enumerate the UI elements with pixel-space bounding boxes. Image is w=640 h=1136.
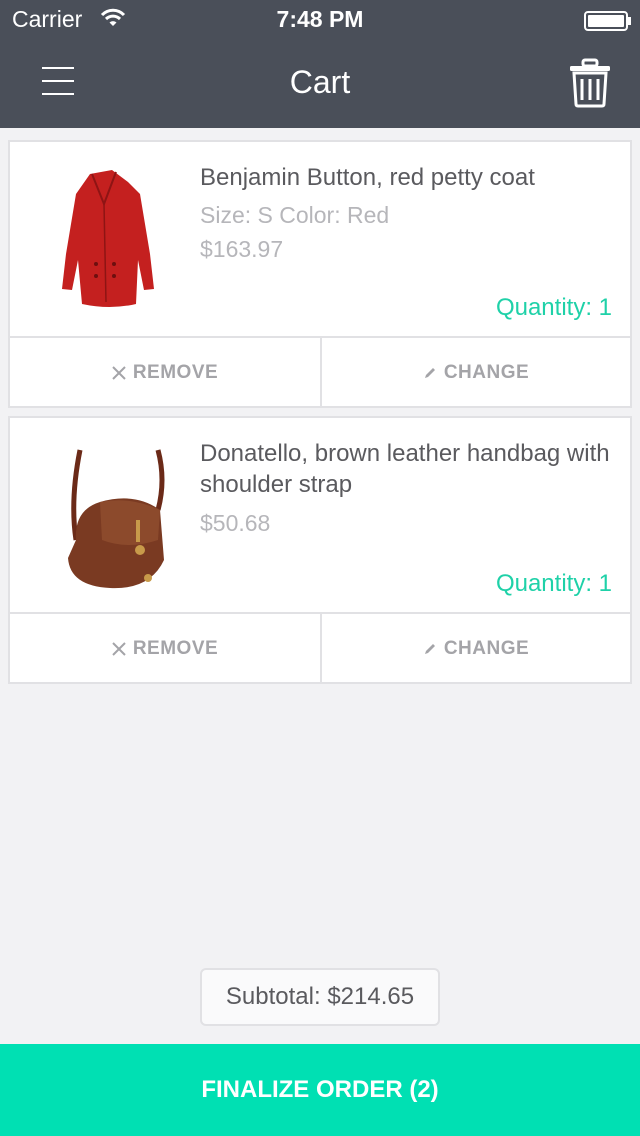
item-quantity: Quantity: 1 [495,294,612,321]
item-price: $163.97 [200,236,284,262]
item-title: Benjamin Button, red petty coat [200,164,535,191]
cart-list: Benjamin Button, red petty coat Size: S … [8,140,632,692]
subtotal-badge: Subtotal: $214.65 [200,968,440,1026]
item-details-group: $50.68 [200,506,610,540]
app-header: Carrier 7:48 PM Cart [0,0,640,128]
remove-button[interactable]: REMOVE [10,614,322,684]
cart-item-body[interactable]: Donatello, brown leather handbag with sh… [10,418,630,612]
pencil-icon [423,366,437,380]
pencil-icon [423,642,437,656]
change-button[interactable]: CHANGE [322,614,630,684]
page-title: Cart [289,64,351,100]
change-label: CHANGE [443,638,530,659]
cart-item-actions: REMOVE CHANGE [10,336,630,408]
trash-icon [570,58,610,108]
item-details: Size: S Color: Red [200,202,390,228]
remove-label: REMOVE [132,638,219,659]
close-icon [112,366,126,380]
clear-cart-button[interactable] [568,58,612,108]
item-quantity: Quantity: 1 [495,570,612,597]
battery-icon [584,11,631,31]
cart-item-body[interactable]: Benjamin Button, red petty coat Size: S … [10,142,630,336]
item-details-group: Size: S Color: Red $163.97 [200,198,610,266]
status-time: 7:48 PM [276,6,364,32]
item-title: Donatello, brown leather handbag with sh… [200,440,610,498]
cart-item: Benjamin Button, red petty coat Size: S … [8,140,632,408]
cart-item: Donatello, brown leather handbag with sh… [8,416,632,684]
red-coat-image [40,164,170,319]
remove-label: REMOVE [132,362,219,383]
cart-item-actions: REMOVE CHANGE [10,612,630,684]
remove-button[interactable]: REMOVE [10,338,322,408]
status-bar: Carrier 7:48 PM [0,0,640,40]
close-icon [112,642,126,656]
navbar: Cart [0,40,640,128]
finalize-order-button[interactable]: FINALIZE ORDER (2) [0,1044,640,1136]
item-price: $50.68 [200,510,271,536]
change-label: CHANGE [443,362,530,383]
change-button[interactable]: CHANGE [322,338,630,408]
brown-handbag-image [40,440,170,595]
